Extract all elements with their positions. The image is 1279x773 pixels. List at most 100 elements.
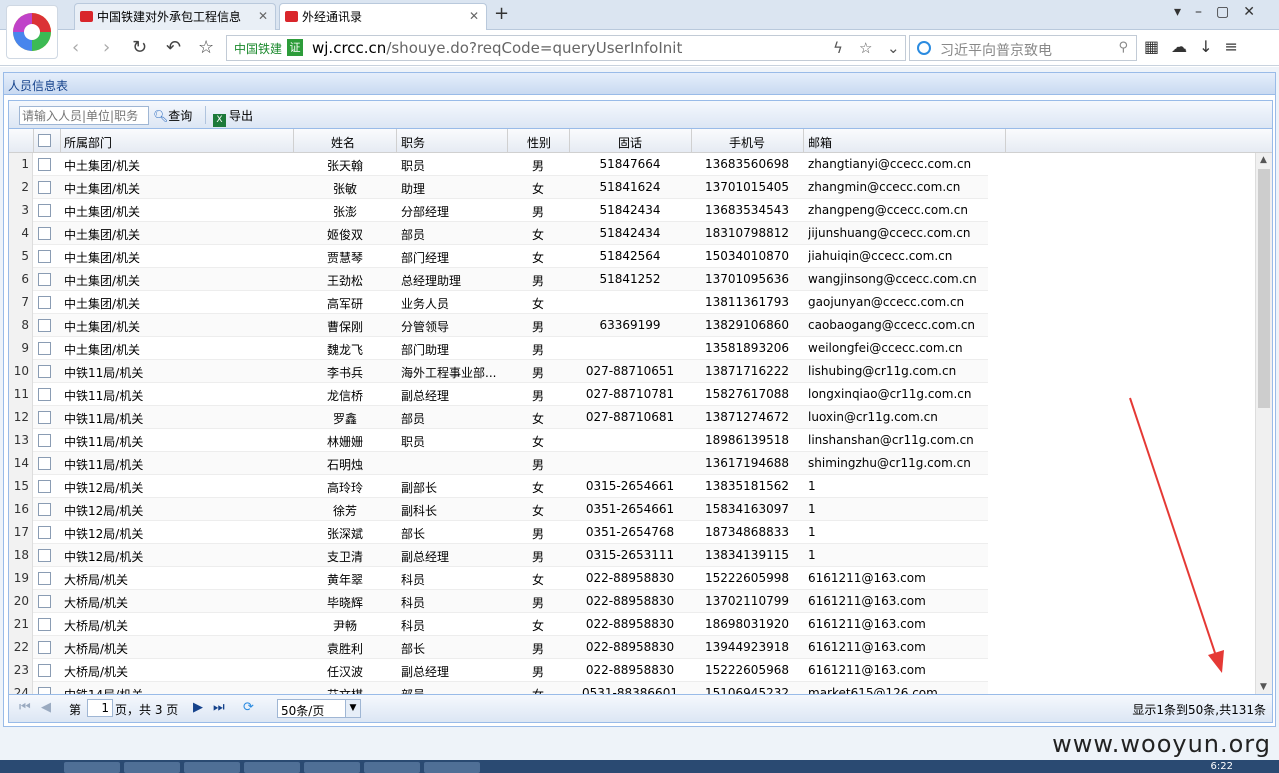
- vertical-scrollbar[interactable]: ▲ ▼: [1255, 153, 1272, 694]
- table-row[interactable]: 22 大桥局/机关 袁胜利 部长 男 022-88958830 13944923918 616…: [9, 636, 988, 659]
- table-row[interactable]: 6 中土集团/机关 王劲松 总经理助理 男 51841252 13701095636 wang…: [9, 268, 988, 291]
- row-checkbox[interactable]: [38, 641, 51, 654]
- close-tab-icon[interactable]: ✕: [469, 9, 479, 23]
- table-row[interactable]: 15 中铁12局/机关 高玲玲 副部长 女 0315-2654661 13835181562…: [9, 475, 988, 498]
- row-checkbox[interactable]: [38, 664, 51, 677]
- table-row[interactable]: 4 中土集团/机关 姬俊双 部员 女 51842434 18310798812 jijunsh…: [9, 222, 988, 245]
- chevron-down-icon[interactable]: ▼: [345, 700, 360, 717]
- table-row[interactable]: 21 大桥局/机关 尹畅 科员 女 022-88958830 18698031920 6161…: [9, 613, 988, 636]
- refresh-icon[interactable]: ↻: [132, 37, 147, 58]
- row-checkbox[interactable]: [38, 457, 51, 470]
- table-row[interactable]: 24 中铁14局/机关艾文棋部员女 0531-88386601 15106945232…: [9, 682, 988, 694]
- table-row[interactable]: 23 大桥局/机关 任汉波 副总经理 男 022-88958830 15222605968 6…: [9, 659, 988, 682]
- undo-icon[interactable]: ↶: [166, 37, 181, 58]
- table-row[interactable]: 18 中铁12局/机关 支卫清 副总经理 男 0315-2653111 1383413911…: [9, 544, 988, 567]
- lightning-icon[interactable]: ϟ: [833, 39, 843, 57]
- table-row[interactable]: 1 中土集团/机关 张天翰 职员 男 51847664 13683560698 zhangti…: [9, 153, 988, 176]
- back-icon[interactable]: ‹: [72, 37, 79, 58]
- search-box[interactable]: 习近平向普京致电 ⚲: [909, 35, 1137, 61]
- row-checkbox[interactable]: [38, 388, 51, 401]
- row-checkbox[interactable]: [38, 480, 51, 493]
- window-controls[interactable]: ▾–▢✕: [1174, 4, 1269, 20]
- bookmark-star-icon[interactable]: ☆: [198, 37, 214, 58]
- header-mobile[interactable]: 手机号: [729, 134, 765, 151]
- table-row[interactable]: 14 中铁11局/机关 石明烛 男 13617194688 shimingzhu@cr11…: [9, 452, 988, 475]
- prev-page-icon[interactable]: ◀: [41, 700, 51, 715]
- row-checkbox[interactable]: [38, 273, 51, 286]
- row-checkbox[interactable]: [38, 526, 51, 539]
- tab-info[interactable]: 中国铁建对外承包工程信息 ✕: [74, 3, 276, 30]
- table-row[interactable]: 19 大桥局/机关 黄年翠 科员 女 022-88958830 15222605998 616…: [9, 567, 988, 590]
- row-checkbox[interactable]: [38, 296, 51, 309]
- scroll-down-icon[interactable]: ▼: [1260, 682, 1267, 692]
- header-sex[interactable]: 性别: [527, 134, 551, 151]
- export-button[interactable]: X 导出: [213, 107, 253, 127]
- table-row[interactable]: 2 中土集团/机关 张敏 助理 女 51841624 13701015405 zhangmin…: [9, 176, 988, 199]
- row-checkbox[interactable]: [38, 687, 51, 694]
- row-checkbox[interactable]: [38, 365, 51, 378]
- taskbar-item[interactable]: [244, 762, 300, 773]
- taskbar-item[interactable]: [364, 762, 420, 773]
- last-page-icon[interactable]: ⏭: [213, 700, 225, 715]
- page-number-input[interactable]: 1: [87, 699, 113, 717]
- row-checkbox[interactable]: [38, 181, 51, 194]
- search-icon[interactable]: ⚲: [1118, 40, 1128, 55]
- page-size-select[interactable]: 50条/页 ▼: [277, 699, 361, 718]
- dropdown-icon[interactable]: ⌄: [887, 39, 900, 57]
- table-row[interactable]: 8 中土集团/机关 曹保刚 分管领导 男 63369199 13829106860 caoba…: [9, 314, 988, 337]
- row-checkbox[interactable]: [38, 158, 51, 171]
- taskbar-item[interactable]: [424, 762, 480, 773]
- table-row[interactable]: 7 中土集团/机关 高军研 业务人员 女 13811361793 gaojunyan@cce…: [9, 291, 988, 314]
- table-row[interactable]: 9 中土集团/机关 魏龙飞 部门助理 男 13581893206 weilongfei@cc…: [9, 337, 988, 360]
- table-row[interactable]: 16 中铁12局/机关 徐芳 副科长 女 0351-2654661 15834163097 1: [9, 498, 988, 521]
- table-row[interactable]: 11 中铁11局/机关 龙信桥 副总经理 男 027-88710781 1582761708…: [9, 383, 988, 406]
- table-row[interactable]: 12 中铁11局/机关 罗鑫 部员 女 027-88710681 13871274672 lu…: [9, 406, 988, 429]
- cell-email: wangjinsong@ccecc.com.cn: [808, 272, 977, 286]
- table-row[interactable]: 3 中土集团/机关 张澎 分部经理 男 51842434 13683534543 zhangp…: [9, 199, 988, 222]
- browser-tools[interactable]: ▦☁↓≡: [1144, 37, 1250, 56]
- select-all-checkbox[interactable]: [38, 134, 51, 147]
- taskbar-item[interactable]: [124, 762, 180, 773]
- row-checkbox[interactable]: [38, 227, 51, 240]
- first-page-icon[interactable]: ⏮: [19, 700, 31, 715]
- new-tab-icon[interactable]: +: [494, 3, 509, 24]
- header-dept[interactable]: 所属部门: [64, 134, 112, 151]
- row-checkbox[interactable]: [38, 618, 51, 631]
- table-row[interactable]: 5 中土集团/机关 贾慧琴 部门经理 女 51842564 15034010870 jiahu…: [9, 245, 988, 268]
- row-checkbox[interactable]: [38, 342, 51, 355]
- favorite-star-icon[interactable]: ☆: [859, 39, 872, 57]
- search-input[interactable]: [19, 106, 149, 125]
- tab-directory[interactable]: 外经通讯录 ✕: [279, 3, 487, 31]
- row-checkbox[interactable]: [38, 549, 51, 562]
- forward-icon[interactable]: ›: [103, 37, 110, 58]
- row-checkbox[interactable]: [38, 319, 51, 332]
- taskbar-item[interactable]: [184, 762, 240, 773]
- row-checkbox[interactable]: [38, 572, 51, 585]
- row-checkbox[interactable]: [38, 250, 51, 263]
- cell-sex: 女: [531, 251, 544, 265]
- header-name[interactable]: 姓名: [331, 134, 355, 151]
- row-checkbox[interactable]: [38, 503, 51, 516]
- row-checkbox[interactable]: [38, 595, 51, 608]
- taskbar-item[interactable]: [304, 762, 360, 773]
- table-row[interactable]: 13 中铁11局/机关 林姗姗 职员 女 18986139518 linshanshan@c…: [9, 429, 988, 452]
- next-page-icon[interactable]: ▶: [193, 700, 203, 715]
- watermark: www.wooyun.org: [1052, 730, 1271, 758]
- table-row[interactable]: 20 大桥局/机关 毕晓辉 科员 男 022-88958830 13702110799 616…: [9, 590, 988, 613]
- address-bar[interactable]: 中国铁建 证 wj.crcc.cn/shouye.do?reqCode=quer…: [226, 35, 906, 61]
- row-checkbox[interactable]: [38, 434, 51, 447]
- refresh-grid-icon[interactable]: ⟳: [243, 700, 254, 715]
- table-row[interactable]: 17 中铁12局/机关 张深斌 部长 男 0351-2654768 18734868833 1: [9, 521, 988, 544]
- taskbar-item[interactable]: [64, 762, 120, 773]
- row-checkbox[interactable]: [38, 411, 51, 424]
- row-checkbox[interactable]: [38, 204, 51, 217]
- query-button[interactable]: 🔍︎查询: [153, 107, 192, 124]
- page-prefix: 第: [69, 703, 82, 717]
- header-tel[interactable]: 固话: [618, 134, 642, 151]
- scroll-thumb[interactable]: [1258, 169, 1270, 408]
- scroll-up-icon[interactable]: ▲: [1260, 155, 1267, 165]
- header-title[interactable]: 职务: [401, 134, 425, 151]
- table-row[interactable]: 10 中铁11局/机关 李书兵 海外工程事业部... 男 027-88710651 1387…: [9, 360, 988, 383]
- close-tab-icon[interactable]: ✕: [258, 9, 268, 23]
- header-email[interactable]: 邮箱: [808, 134, 832, 151]
